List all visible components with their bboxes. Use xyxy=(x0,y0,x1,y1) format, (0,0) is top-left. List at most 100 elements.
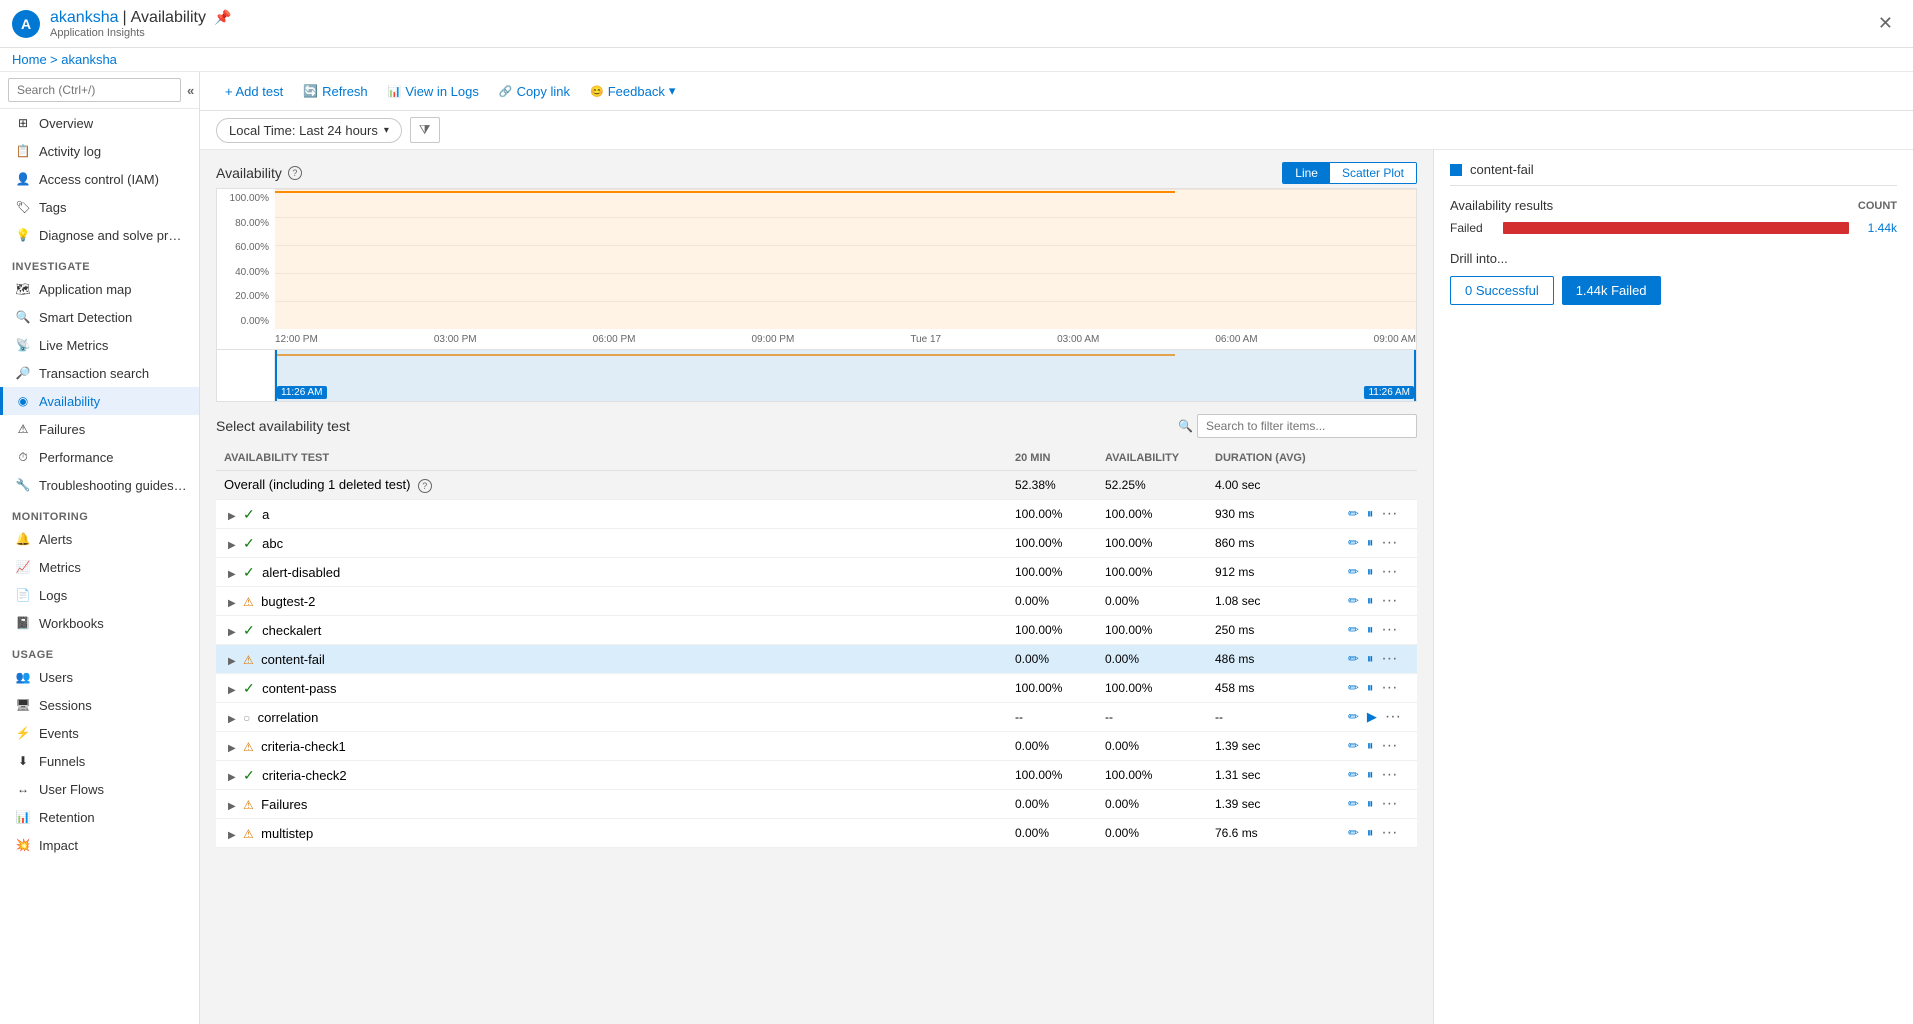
row-edit-correlation[interactable]: ✏ xyxy=(1345,708,1362,726)
row-pause-failures[interactable]: ⏸ xyxy=(1364,795,1377,813)
row-more-alert-disabled[interactable]: ··· xyxy=(1378,563,1400,581)
row-expand-a[interactable]: ▶ xyxy=(224,511,240,522)
row-more-criteria-check2[interactable]: ··· xyxy=(1378,766,1400,784)
row-more-failures[interactable]: ··· xyxy=(1378,795,1400,813)
table-row[interactable]: ▶ ⚠ multistep 0.00% 0.00% 76.6 ms ✏ xyxy=(216,819,1417,848)
table-row[interactable]: ▶ ✓ alert-disabled 100.00% 100.00% 912 m… xyxy=(216,558,1417,587)
breadcrumb-current[interactable]: akanksha xyxy=(61,52,117,67)
scatter-plot-button[interactable]: Scatter Plot xyxy=(1330,163,1416,183)
row-more-checkalert[interactable]: ··· xyxy=(1378,621,1400,639)
row-pause-checkalert[interactable]: ⏸ xyxy=(1364,621,1377,639)
table-row[interactable]: ▶ ✓ a 100.00% 100.00% 930 ms ✏ xyxy=(216,500,1417,529)
row-expand-criteria-check2[interactable]: ▶ xyxy=(224,772,240,783)
sidebar-item-logs[interactable]: 📄Logs xyxy=(0,581,199,609)
row-pause-criteria-check2[interactable]: ⏸ xyxy=(1364,766,1377,784)
row-expand-alert-disabled[interactable]: ▶ xyxy=(224,569,240,580)
overall-info-icon[interactable]: ? xyxy=(418,479,432,493)
table-row[interactable]: ▶ ✓ abc 100.00% 100.00% 860 ms ✏ xyxy=(216,529,1417,558)
sidebar-item-tags[interactable]: 🏷Tags xyxy=(0,193,199,221)
sidebar-item-users[interactable]: 👥Users xyxy=(0,663,199,691)
row-play-correlation[interactable]: ▶ xyxy=(1364,708,1380,726)
view-logs-button[interactable]: 📊 View in Logs xyxy=(379,79,488,104)
row-more-abc[interactable]: ··· xyxy=(1378,534,1400,552)
chart-info-icon[interactable]: ? xyxy=(288,166,302,180)
table-row-selected[interactable]: ▶ ⚠ content-fail 0.00% 0.00% 486 ms ✏ xyxy=(216,645,1417,674)
feedback-button[interactable]: 😊 Feedback ▾ xyxy=(581,78,684,104)
table-row[interactable]: ▶ ⚠ Failures 0.00% 0.00% 1.39 sec ✏ xyxy=(216,790,1417,819)
row-pause-bugtest-2[interactable]: ⏸ xyxy=(1364,592,1377,610)
row-expand-criteria-check1[interactable]: ▶ xyxy=(224,743,240,754)
sidebar-item-access-control[interactable]: 👤Access control (IAM) xyxy=(0,165,199,193)
refresh-button[interactable]: 🔄 Refresh xyxy=(294,79,376,104)
failed-drill-button[interactable]: 1.44k Failed xyxy=(1562,276,1661,305)
row-edit-alert-disabled[interactable]: ✏ xyxy=(1345,563,1362,581)
sidebar-search-input[interactable] xyxy=(8,78,181,102)
row-edit-checkalert[interactable]: ✏ xyxy=(1345,621,1362,639)
row-expand-content-fail[interactable]: ▶ xyxy=(224,656,240,667)
copy-link-button[interactable]: 🔗 Copy link xyxy=(490,79,579,104)
row-edit-criteria-check2[interactable]: ✏ xyxy=(1345,766,1362,784)
table-row[interactable]: ▶ ○ correlation -- -- -- ✏ xyxy=(216,703,1417,732)
successful-drill-button[interactable]: 0 Successful xyxy=(1450,276,1554,305)
row-more-correlation[interactable]: ··· xyxy=(1382,708,1404,726)
sidebar-item-workbooks[interactable]: 📓Workbooks xyxy=(0,609,199,637)
row-edit-failures[interactable]: ✏ xyxy=(1345,795,1362,813)
add-test-button[interactable]: + Add test xyxy=(216,79,292,104)
table-row[interactable]: ▶ ⚠ criteria-check1 0.00% 0.00% 1.39 sec… xyxy=(216,732,1417,761)
sidebar-item-troubleshooting[interactable]: 🔧Troubleshooting guides (previ... xyxy=(0,471,199,499)
table-row[interactable]: ▶ ✓ content-pass 100.00% 100.00% 458 ms … xyxy=(216,674,1417,703)
row-pause-criteria-check1[interactable]: ⏸ xyxy=(1364,737,1377,755)
sidebar-item-alerts[interactable]: 🔔Alerts xyxy=(0,525,199,553)
sidebar-item-live-metrics[interactable]: 📡Live Metrics xyxy=(0,331,199,359)
brush-selection[interactable]: 11:26 AM 11:26 AM xyxy=(275,350,1416,401)
sidebar-item-transaction-search[interactable]: 🔎Transaction search xyxy=(0,359,199,387)
row-expand-abc[interactable]: ▶ xyxy=(224,540,240,551)
row-expand-bugtest-2[interactable]: ▶ xyxy=(224,598,240,609)
time-filter-button[interactable]: Local Time: Last 24 hours ▾ xyxy=(216,118,402,143)
chart-brush[interactable]: 11:26 AM 11:26 AM xyxy=(217,349,1416,401)
row-expand-failures[interactable]: ▶ xyxy=(224,801,240,812)
row-more-bugtest-2[interactable]: ··· xyxy=(1378,592,1400,610)
sidebar-item-diagnose[interactable]: 💡Diagnose and solve problems xyxy=(0,221,199,249)
row-expand-checkalert[interactable]: ▶ xyxy=(224,627,240,638)
col-20min[interactable]: 20 MIN xyxy=(1007,446,1097,471)
sidebar-item-funnels[interactable]: ⬇Funnels xyxy=(0,747,199,775)
sidebar-item-user-flows[interactable]: ↔User Flows xyxy=(0,775,199,803)
table-row[interactable]: ▶ ✓ criteria-check2 100.00% 100.00% 1.31… xyxy=(216,761,1417,790)
row-expand-content-pass[interactable]: ▶ xyxy=(224,685,240,696)
sidebar-item-smart-detection[interactable]: 🔍Smart Detection xyxy=(0,303,199,331)
table-search-input[interactable] xyxy=(1197,414,1417,438)
sidebar-item-availability[interactable]: ◉Availability xyxy=(0,387,199,415)
row-pause-content-fail[interactable]: ⏸ xyxy=(1364,650,1377,668)
row-edit-abc[interactable]: ✏ xyxy=(1345,534,1362,552)
pin-icon[interactable]: 📌 xyxy=(214,9,231,26)
sidebar-item-impact[interactable]: 💥Impact xyxy=(0,831,199,859)
sidebar-item-events[interactable]: ⚡Events xyxy=(0,719,199,747)
row-expand-multistep[interactable]: ▶ xyxy=(224,830,240,841)
row-edit-a[interactable]: ✏ xyxy=(1345,505,1362,523)
filter-icon-button[interactable]: ⧩ xyxy=(410,117,440,143)
row-pause-multistep[interactable]: ⏸ xyxy=(1364,824,1377,842)
row-more-a[interactable]: ··· xyxy=(1378,505,1400,523)
row-more-content-fail[interactable]: ··· xyxy=(1378,650,1400,668)
row-more-criteria-check1[interactable]: ··· xyxy=(1378,737,1400,755)
row-edit-bugtest-2[interactable]: ✏ xyxy=(1345,592,1362,610)
sidebar-item-performance[interactable]: ⏱Performance xyxy=(0,443,199,471)
sidebar-item-sessions[interactable]: 🖥Sessions xyxy=(0,691,199,719)
row-edit-content-pass[interactable]: ✏ xyxy=(1345,679,1362,697)
row-pause-alert-disabled[interactable]: ⏸ xyxy=(1364,563,1377,581)
row-pause-abc[interactable]: ⏸ xyxy=(1364,534,1377,552)
row-edit-criteria-check1[interactable]: ✏ xyxy=(1345,737,1362,755)
col-test[interactable]: AVAILABILITY TEST xyxy=(216,446,1007,471)
col-availability[interactable]: AVAILABILITY xyxy=(1097,446,1207,471)
row-more-content-pass[interactable]: ··· xyxy=(1378,679,1400,697)
sidebar-collapse-button[interactable]: « xyxy=(185,81,196,100)
row-expand-correlation[interactable]: ▶ xyxy=(224,714,240,725)
row-edit-multistep[interactable]: ✏ xyxy=(1345,824,1362,842)
row-pause-a[interactable]: ⏸ xyxy=(1364,505,1377,523)
line-chart-button[interactable]: Line xyxy=(1283,163,1330,183)
table-row[interactable]: ▶ ⚠ bugtest-2 0.00% 0.00% 1.08 sec ✏ xyxy=(216,587,1417,616)
sidebar-item-activity-log[interactable]: 📋Activity log xyxy=(0,137,199,165)
sidebar-item-overview[interactable]: ⊞Overview xyxy=(0,109,199,137)
row-pause-content-pass[interactable]: ⏸ xyxy=(1364,679,1377,697)
